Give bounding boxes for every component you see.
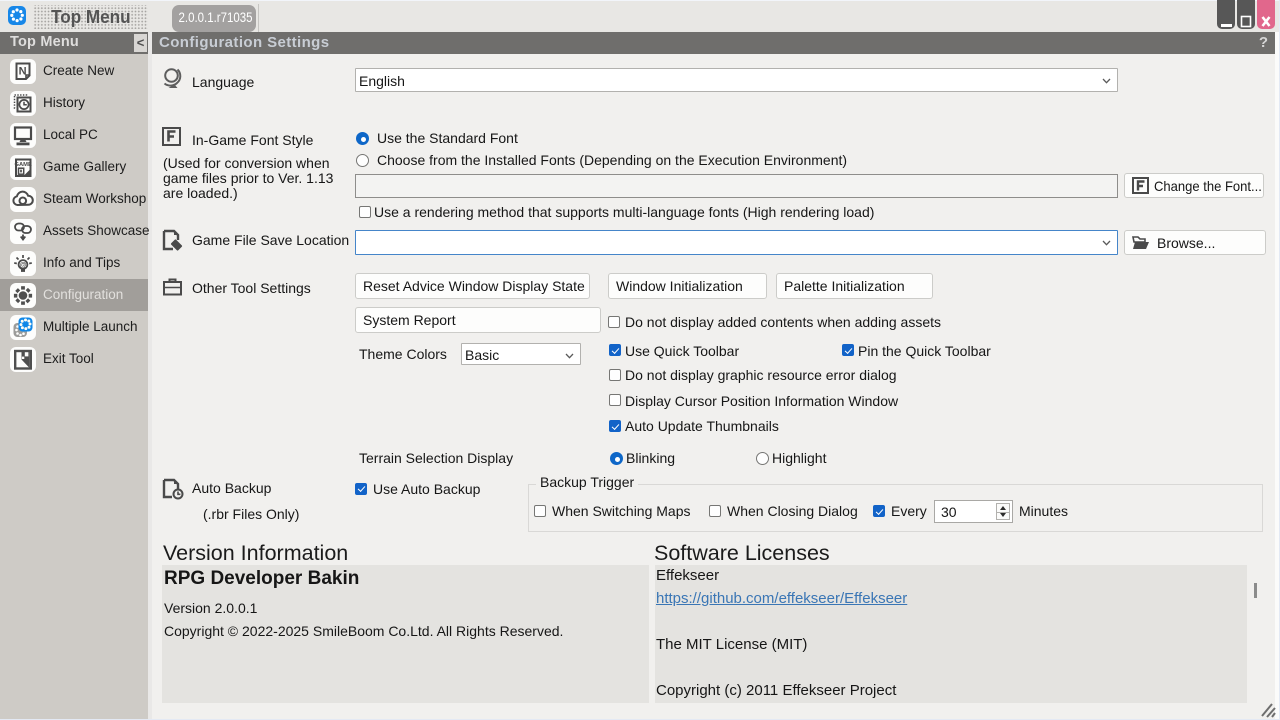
svg-text:GAME: GAME [14,162,32,168]
svg-text:N: N [19,66,27,78]
svg-text:@: @ [20,262,27,269]
